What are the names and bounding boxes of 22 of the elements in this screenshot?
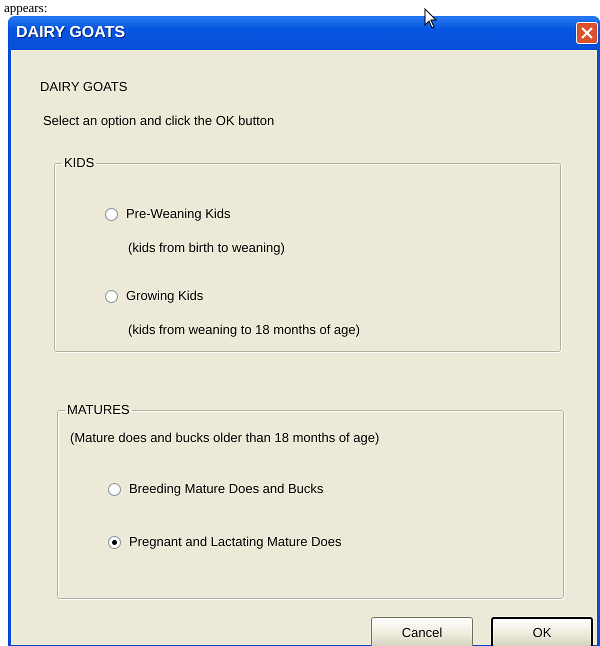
instruction-text: Select an option and click the OK button	[42, 113, 276, 129]
mouse-cursor-icon	[424, 8, 437, 29]
group-description: (Mature does and bucks older than 18 months of age)	[70, 430, 380, 446]
background-text: appears:	[3, 0, 48, 16]
option-label: Growing Kids	[126, 288, 204, 304]
option-label: Pre-Weaning Kids	[126, 206, 231, 222]
window-title: DAIRY GOATS	[16, 23, 126, 43]
radio-button[interactable]	[108, 482, 121, 496]
dialog-heading: DAIRY GOATS	[40, 79, 128, 95]
dialog-button[interactable]: Cancel	[371, 617, 473, 646]
option-detail: (kids from birth to weaning)	[128, 240, 286, 256]
close-button[interactable]	[576, 22, 598, 44]
dialog-button[interactable]: OK	[491, 617, 593, 646]
group-title: KIDS	[63, 155, 96, 171]
close-icon	[580, 26, 594, 40]
radio-button[interactable]	[105, 208, 118, 220]
group-title: MATURES	[66, 402, 131, 418]
radio-button[interactable]	[105, 290, 118, 302]
option-label: Breeding Mature Does and Bucks	[129, 481, 324, 497]
option-label: Pregnant and Lactating Mature Does	[129, 534, 342, 550]
option-detail: (kids from weaning to 18 months of age)	[128, 322, 361, 338]
radio-button[interactable]	[108, 536, 121, 548]
